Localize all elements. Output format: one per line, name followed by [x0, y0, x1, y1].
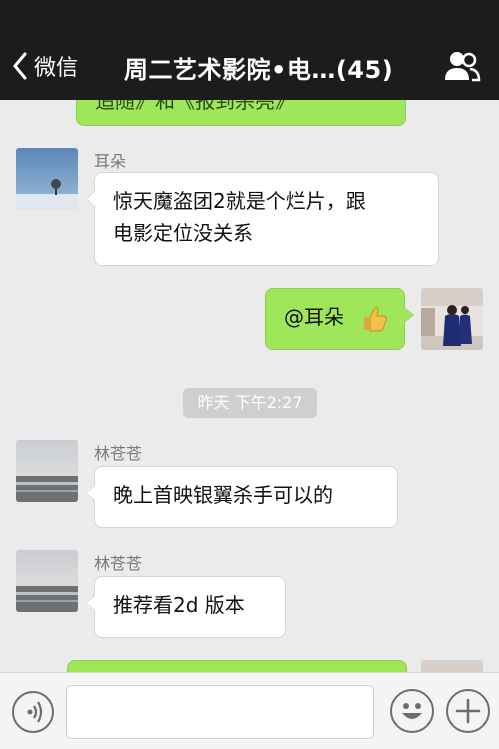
- message-bubble-partial-bottom[interactable]: [67, 660, 407, 672]
- sender-name: 耳朵: [94, 152, 127, 171]
- message-text-line: 惊天魔盗团2就是个烂片，跟: [113, 189, 366, 213]
- sender-name: 林苍苍: [94, 444, 143, 463]
- avatar-self[interactable]: [421, 660, 483, 672]
- back-button[interactable]: 微信: [12, 48, 78, 84]
- message-bubble[interactable]: 推荐看2d 版本: [86, 576, 286, 638]
- back-label: 微信: [34, 56, 79, 81]
- voice-button[interactable]: [12, 691, 54, 733]
- input-bar: [0, 672, 499, 749]
- message-bubble-self[interactable]: @耳朵: [265, 288, 414, 350]
- message-input[interactable]: [66, 685, 374, 739]
- timestamp: 昨天 下午2:27: [183, 388, 317, 418]
- message-text-line: 电影定位没关系: [113, 221, 253, 245]
- plus-button[interactable]: [446, 689, 490, 733]
- emoji-icon: [392, 703, 432, 735]
- emoji-button[interactable]: [390, 689, 434, 733]
- message-text: @耳朵: [284, 305, 344, 329]
- plus-icon: [448, 698, 488, 735]
- voice-icon: [14, 701, 52, 735]
- avatar-erduo[interactable]: [16, 148, 78, 210]
- people-icon: [443, 52, 481, 86]
- nav-bar: 微信 周二艺术影院•电…(45): [0, 0, 499, 100]
- message-bubble[interactable]: 晚上首映银翼杀手可以的: [86, 466, 398, 528]
- message-bubble[interactable]: 惊天魔盗团2就是个烂片，跟 电影定位没关系: [86, 172, 439, 266]
- message-text: 推荐看2d 版本: [113, 593, 245, 617]
- avatar-self[interactable]: [421, 288, 483, 350]
- thumbs-up-icon: [360, 305, 388, 333]
- group-members-button[interactable]: [443, 50, 481, 82]
- message-text: 晚上首映银翼杀手可以的: [113, 483, 333, 507]
- sender-name: 林苍苍: [94, 554, 143, 573]
- chat-title: 周二艺术影院•电…(45): [124, 56, 394, 84]
- avatar-lincangcang[interactable]: [16, 440, 78, 502]
- chat-area[interactable]: 追随》和《报到杀亮》 耳朵 惊天魔盗团2就是个烂片，跟 电影定位没关系 @耳朵: [0, 0, 499, 672]
- avatar-lincangcang[interactable]: [16, 550, 78, 612]
- chevron-left-icon: [12, 52, 28, 80]
